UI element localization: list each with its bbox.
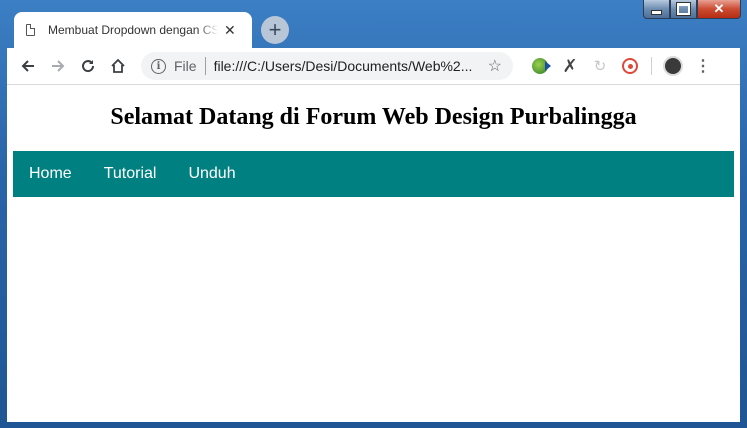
- idm-extension-icon[interactable]: [525, 51, 555, 81]
- address-bar[interactable]: i File file:///C:/Users/Desi/Documents/W…: [141, 52, 513, 80]
- profile-avatar[interactable]: [658, 51, 688, 81]
- page-viewport: Selamat Datang di Forum Web Design Purba…: [7, 85, 740, 422]
- window-controls: ✕: [643, 0, 741, 20]
- browser-toolbar: i File file:///C:/Users/Desi/Documents/W…: [7, 48, 740, 85]
- maximize-icon: [676, 2, 691, 16]
- browser-window: ✕ Membuat Dropdown dengan CSS ✕ + i File…: [0, 0, 747, 428]
- star-icon[interactable]: ☆: [488, 56, 502, 76]
- back-arrow-icon[interactable]: [13, 51, 43, 81]
- maximize-button[interactable]: [670, 0, 697, 19]
- address-separator: [204, 57, 206, 75]
- nav-link-unduh[interactable]: Unduh: [172, 151, 251, 197]
- x-extension-icon[interactable]: ✗: [555, 51, 585, 81]
- tab-close-icon[interactable]: ✕: [224, 22, 236, 39]
- document-icon: [26, 24, 35, 36]
- minimize-button[interactable]: [643, 0, 670, 19]
- url-text[interactable]: file:///C:/Users/Desi/Documents/Web%2...: [214, 58, 478, 74]
- nav-link-tutorial[interactable]: Tutorial: [88, 151, 173, 197]
- close-icon: ✕: [713, 1, 725, 16]
- nav-link-home[interactable]: Home: [13, 151, 88, 197]
- browser-tab[interactable]: Membuat Dropdown dengan CSS ✕: [14, 12, 252, 48]
- navbar: Home Tutorial Unduh: [13, 151, 734, 197]
- grey-extension-icon[interactable]: ↻: [585, 51, 615, 81]
- page-title: Selamat Datang di Forum Web Design Purba…: [110, 104, 637, 130]
- minimize-icon: [651, 9, 662, 15]
- home-icon[interactable]: [103, 51, 133, 81]
- toolbar-separator: [651, 57, 652, 75]
- scheme-label: File: [174, 58, 197, 74]
- red-extension-icon[interactable]: [615, 51, 645, 81]
- forward-arrow-icon[interactable]: [43, 51, 73, 81]
- tab-title: Membuat Dropdown dengan CSS: [48, 23, 218, 37]
- info-icon[interactable]: i: [151, 58, 166, 74]
- reload-icon[interactable]: [73, 51, 103, 81]
- kebab-menu-icon[interactable]: ⋮: [688, 51, 718, 81]
- close-window-button[interactable]: ✕: [697, 0, 741, 19]
- new-tab-button[interactable]: +: [261, 16, 289, 44]
